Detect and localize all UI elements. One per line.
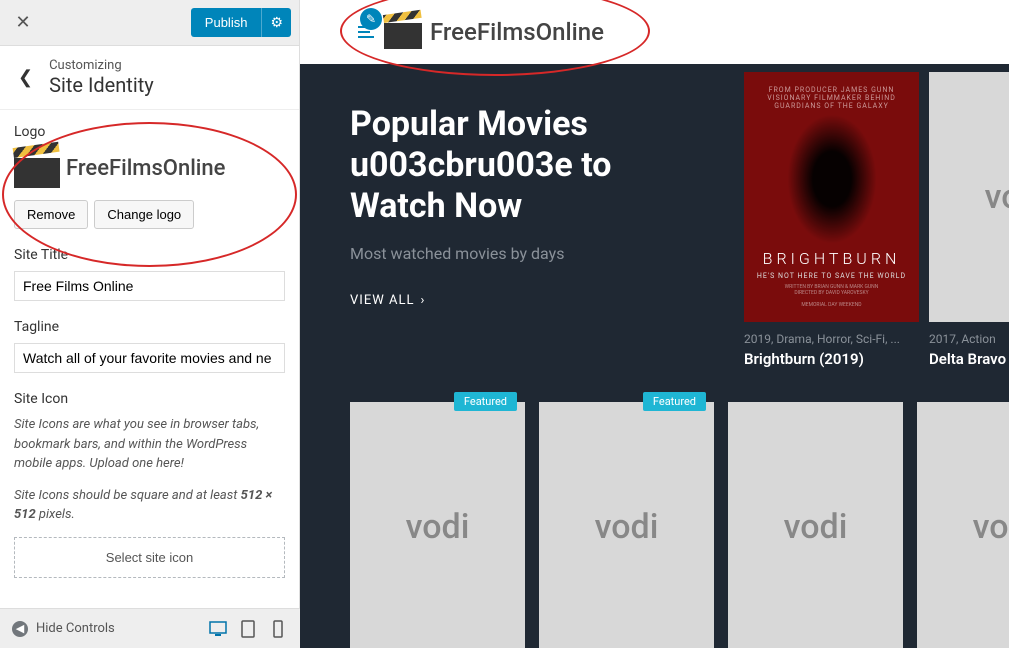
featured-badge: Featured bbox=[643, 392, 706, 411]
view-all-link[interactable]: VIEW ALL › bbox=[350, 293, 425, 308]
section-header: ❮ Customizing Site Identity bbox=[0, 46, 299, 110]
help2a: Site Icons should be square and at least bbox=[14, 488, 241, 503]
movie-title: Delta Bravo bbox=[929, 350, 1009, 368]
section-title: Site Identity bbox=[49, 73, 154, 97]
poster-credits: FROM PRODUCER JAMES GUNNVISIONARY FILMMA… bbox=[750, 86, 913, 110]
site-title-label: Site Title bbox=[14, 247, 285, 263]
clapperboard-icon bbox=[14, 148, 60, 188]
back-button[interactable]: ❮ bbox=[14, 63, 37, 92]
edit-shortcut-icon[interactable]: ✎ bbox=[360, 8, 382, 30]
movie-card[interactable]: vodi bbox=[728, 402, 903, 648]
tablet-device-button[interactable] bbox=[238, 619, 258, 639]
site-icon-help1: Site Icons are what you see in browser t… bbox=[14, 415, 285, 474]
tagline-field: Tagline bbox=[14, 319, 285, 373]
view-all-label: VIEW ALL bbox=[350, 293, 414, 308]
poster-title: BRIGHTBURN bbox=[763, 249, 901, 268]
movie-poster-placeholder: vodi bbox=[539, 402, 714, 648]
sidebar-top-bar: ✕ Publish ⚙ bbox=[0, 0, 299, 46]
clapperboard-icon bbox=[384, 15, 422, 49]
publish-settings-button[interactable]: ⚙ bbox=[261, 8, 291, 37]
movie-meta: 2017, Action bbox=[929, 332, 1009, 346]
featured-row: Featured vodi Featured vodi vodi Feat vo… bbox=[350, 402, 1009, 648]
site-title-input[interactable] bbox=[14, 271, 285, 301]
movie-card[interactable]: Featured vodi bbox=[350, 402, 525, 648]
movie-poster-placeholder: vodi bbox=[728, 402, 903, 648]
movie-card[interactable]: Feat vodi bbox=[917, 402, 1009, 648]
featured-badge: Featured bbox=[454, 392, 517, 411]
preview-logo-text: FreeFilmsOnline bbox=[430, 18, 604, 46]
movie-poster-placeholder: vodi bbox=[929, 72, 1009, 322]
preview-header: ✎ FreeFilmsOnline bbox=[300, 0, 1009, 64]
chevron-right-icon: › bbox=[420, 293, 425, 308]
panel-body: Logo FreeFilmsOnline Remove Change logo … bbox=[0, 110, 299, 610]
section-titles: Customizing Site Identity bbox=[49, 58, 154, 97]
site-preview: ✎ FreeFilmsOnline Popular Movies u003cbr… bbox=[300, 0, 1009, 648]
hide-controls-label: Hide Controls bbox=[36, 621, 115, 636]
tagline-input[interactable] bbox=[14, 343, 285, 373]
close-button[interactable]: ✕ bbox=[8, 8, 38, 38]
help2c: pixels. bbox=[36, 507, 75, 522]
hero-section: Popular Movies u003cbru003e to Watch Now… bbox=[300, 64, 1009, 648]
movie-card[interactable]: Featured vodi bbox=[539, 402, 714, 648]
poster-figure bbox=[787, 114, 877, 244]
movie-poster: FROM PRODUCER JAMES GUNNVISIONARY FILMMA… bbox=[744, 72, 919, 322]
publish-group: Publish ⚙ bbox=[191, 8, 291, 37]
change-logo-button[interactable]: Change logo bbox=[94, 200, 194, 229]
desktop-device-button[interactable] bbox=[208, 619, 228, 639]
publish-button[interactable]: Publish bbox=[191, 8, 262, 37]
collapse-icon: ◀ bbox=[12, 621, 28, 637]
remove-logo-button[interactable]: Remove bbox=[14, 200, 88, 229]
logo-label: Logo bbox=[14, 124, 285, 140]
logo-buttons: Remove Change logo bbox=[14, 200, 285, 229]
poster-tagline: HE'S NOT HERE TO SAVE THE WORLD bbox=[757, 272, 906, 280]
movie-poster-placeholder: vodi bbox=[350, 402, 525, 648]
sidebar-footer: ◀ Hide Controls bbox=[0, 608, 300, 648]
movie-title: Brightburn (2019) bbox=[744, 350, 919, 368]
hide-controls-button[interactable]: ◀ Hide Controls bbox=[12, 621, 115, 637]
device-toggles bbox=[208, 619, 288, 639]
movie-card[interactable]: vodi 2017, Action Delta Bravo bbox=[929, 72, 1009, 368]
site-icon-field: Site Icon Site Icons are what you see in… bbox=[14, 391, 285, 578]
poster-credits-bottom: WRITTEN BY BRIAN GUNN & MARK GUNNDIRECTE… bbox=[785, 284, 879, 308]
movie-card[interactable]: FROM PRODUCER JAMES GUNNVISIONARY FILMMA… bbox=[744, 72, 919, 368]
hero-title: Popular Movies u003cbru003e to Watch Now bbox=[350, 104, 690, 226]
preview-logo[interactable]: FreeFilmsOnline bbox=[356, 15, 604, 49]
logo-text: FreeFilmsOnline bbox=[66, 156, 225, 181]
movie-poster-placeholder: vodi bbox=[917, 402, 1009, 648]
movie-meta: 2019, Drama, Horror, Sci-Fi, ... bbox=[744, 332, 919, 346]
site-icon-label: Site Icon bbox=[14, 391, 285, 407]
logo-preview: FreeFilmsOnline bbox=[14, 148, 285, 188]
site-icon-help2: Site Icons should be square and at least… bbox=[14, 486, 285, 525]
customizer-sidebar: ✕ Publish ⚙ ❮ Customizing Site Identity … bbox=[0, 0, 300, 648]
mobile-device-button[interactable] bbox=[268, 619, 288, 639]
site-title-field: Site Title bbox=[14, 247, 285, 301]
customizing-label: Customizing bbox=[49, 58, 154, 73]
tagline-label: Tagline bbox=[14, 319, 285, 335]
select-site-icon-button[interactable]: Select site icon bbox=[14, 537, 285, 578]
logo-field: Logo FreeFilmsOnline Remove Change logo bbox=[14, 124, 285, 229]
